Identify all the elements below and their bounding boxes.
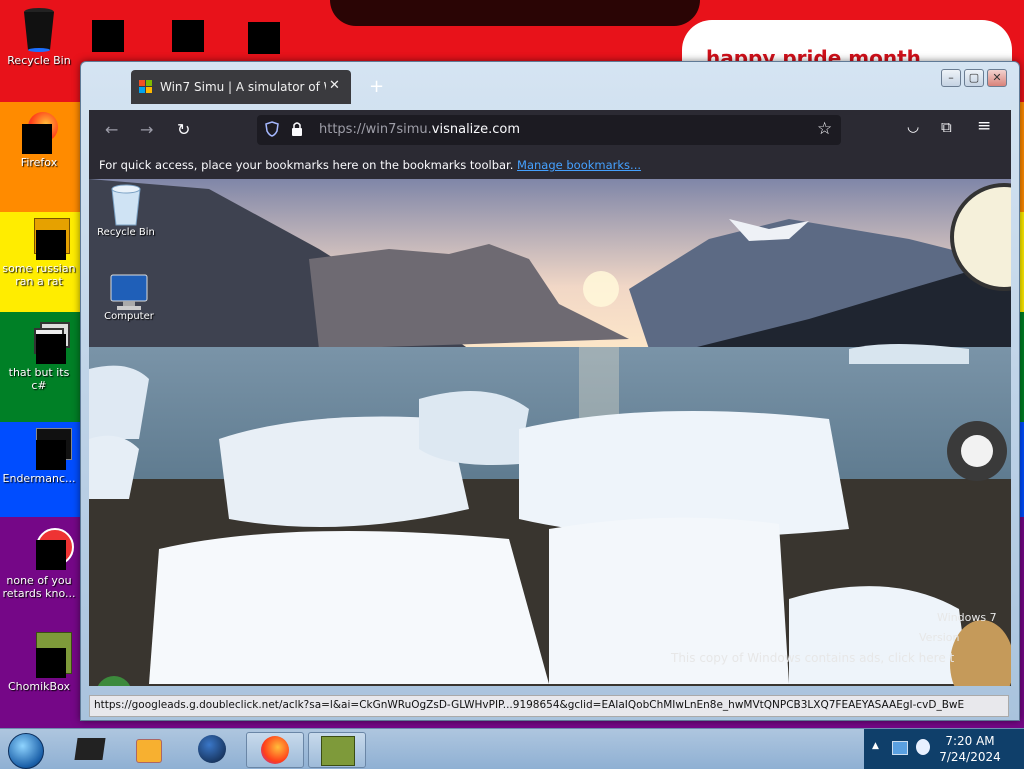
taskbar-item-firefox[interactable] [246, 732, 304, 768]
hakker-icon [74, 738, 106, 760]
tray-expand-icon[interactable]: ▲ [872, 741, 879, 751]
tab-title: Win7 Simu | A simulator of Win [160, 80, 326, 94]
recycle-bin-icon [22, 6, 56, 52]
link-status-bar: https://googleads.g.doubleclick.net/aclk… [89, 695, 1009, 717]
page-icon-label: Computer [104, 311, 154, 322]
chomikbox-icon [22, 632, 72, 678]
extensions-icon[interactable]: ⧉ [941, 118, 952, 136]
clock-time: 7:20 AM [945, 734, 995, 748]
tracking-shield-icon[interactable] [265, 121, 279, 140]
url-prefix: https://win7simu. [319, 122, 432, 137]
taskbar-item-media-player[interactable] [120, 732, 176, 766]
taskbar-item-globe[interactable] [186, 732, 242, 766]
desktop-icon-label: none of you retards kno... [2, 574, 76, 600]
recycle-bin-icon [108, 183, 144, 227]
navigation-toolbar: ← → ↻ https://win7simu.visnalize.com ☆ ◡… [89, 110, 1011, 150]
bookmark-star-icon[interactable]: ☆ [817, 119, 832, 139]
network-icon[interactable] [892, 741, 908, 755]
close-tab-icon[interactable]: ✕ [329, 78, 340, 93]
back-arrow-icon[interactable]: ← [105, 120, 118, 139]
url-domain: visnalize.com [431, 122, 521, 137]
clock-date: 7/24/2024 [939, 750, 1001, 764]
url-bar[interactable]: https://win7simu.visnalize.com ☆ [257, 115, 841, 145]
firefox-icon [22, 112, 58, 154]
volume-icon[interactable] [916, 739, 930, 755]
desktop-icon-label: Recycle Bin [7, 54, 71, 67]
globe-icon [198, 735, 226, 763]
top-notch-decoration [330, 0, 700, 26]
clock[interactable]: 7:20 AM 7/24/2024 [930, 733, 1010, 765]
lock-icon[interactable] [291, 121, 303, 140]
manage-bookmarks-link[interactable]: Manage bookmarks... [517, 158, 641, 172]
pocket-icon[interactable]: ◡ [907, 119, 919, 135]
desktop-icon-recycle-bin[interactable]: Recycle Bin [1, 6, 77, 67]
taskbar-item-hakker[interactable] [62, 732, 118, 766]
close-window-button[interactable]: ✕ [987, 69, 1007, 87]
desktop-icon-label: Endermanc... [2, 472, 76, 485]
desktop-icon-label: ChomikBox [8, 680, 70, 693]
redacted-icon[interactable] [248, 22, 280, 54]
desktop-icon-label: some russian ran a rat [2, 262, 76, 288]
tab-win7-simu[interactable]: Win7 Simu | A simulator of Win ✕ [131, 70, 351, 104]
windows-watermark-title: Windows 7 [937, 611, 997, 624]
taskbar-item-chomikbox[interactable] [308, 732, 366, 768]
reload-icon[interactable]: ↻ [177, 120, 190, 139]
page-icon-recycle-bin[interactable]: Recycle Bin [91, 183, 161, 238]
forward-arrow-icon[interactable]: → [140, 120, 153, 139]
system-tray: ▲ 7:20 AM 7/24/2024 [864, 729, 1024, 769]
windows-activation-notice[interactable]: This copy of Windows contains ads, click… [671, 651, 954, 665]
chrome-like-icon [22, 528, 74, 570]
desktop-icon-chomikbox[interactable]: ChomikBox [1, 632, 77, 693]
wallpaper-landscape [89, 179, 1011, 686]
bookmarks-toolbar: For quick access, place your bookmarks h… [89, 150, 1011, 179]
firefox-icon [261, 736, 289, 764]
desktop-icon-russian-rat[interactable]: some russian ran a rat [1, 218, 77, 288]
menu-icon[interactable]: ≡ [977, 116, 991, 136]
page-icon-label: Recycle Bin [97, 227, 155, 238]
window-icon [22, 428, 72, 470]
redacted-icon[interactable] [92, 20, 124, 52]
redacted-icon[interactable] [172, 20, 204, 52]
bookmarks-hint: For quick access, place your bookmarks h… [99, 158, 514, 172]
windows-stack-icon [22, 322, 70, 364]
page-icon-computer[interactable]: Computer [94, 273, 164, 322]
windows-flag-icon [139, 80, 153, 94]
media-player-icon [136, 739, 162, 763]
maximize-button[interactable]: ▢ [964, 69, 984, 87]
app-icon [22, 218, 70, 260]
start-button[interactable] [4, 731, 44, 769]
taskbar: ▲ 7:20 AM 7/24/2024 [0, 728, 1024, 769]
start-orb-icon [8, 733, 44, 769]
chomikbox-icon [321, 736, 355, 766]
desktop-icon-that-but-csharp[interactable]: that but its c# [1, 322, 77, 392]
browser-window: Win7 Simu | A simulator of Win ✕ + – ▢ ✕… [80, 61, 1020, 721]
windows-watermark-version: Version [919, 631, 960, 644]
computer-icon [107, 273, 151, 311]
desktop-icon-label: Firefox [20, 156, 58, 169]
desktop-icon-endermanch[interactable]: Endermanc... [1, 428, 77, 485]
url-text: https://win7simu.visnalize.com [319, 122, 520, 137]
desktop-icon-label: that but its c# [8, 366, 70, 392]
web-page-content: Recycle Bin Computer Windows 7 Version T… [89, 179, 1011, 686]
desktop-icon-none-of-you[interactable]: none of you retards kno... [1, 528, 77, 600]
new-tab-icon[interactable]: + [369, 76, 384, 97]
minimize-button[interactable]: – [941, 69, 961, 87]
desktop-icon-firefox[interactable]: Firefox [1, 112, 77, 169]
